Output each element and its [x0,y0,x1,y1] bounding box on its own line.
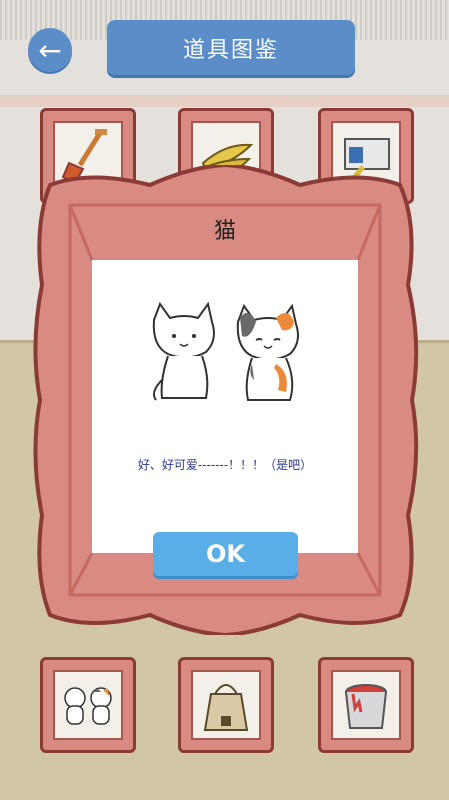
wall-trim [0,95,449,107]
modal-content-panel [92,260,358,553]
paint-bucket-icon [345,684,387,729]
modal-description: 好、好可爱-------！！！（是吧） [137,458,313,472]
ok-button-label: OK [206,540,245,568]
modal-title: 猫 [213,219,236,244]
back-button[interactable]: ← [28,28,72,72]
ok-button[interactable]: OK [153,532,298,576]
arrow-left-icon: ← [38,33,62,67]
two-cats-icon [64,687,112,725]
header-title-bar: 道具图鉴 [107,20,355,75]
two-cats-icon [152,301,299,401]
collection-item-cats[interactable] [40,657,136,753]
bag-icon [203,684,249,731]
item-detail-modal: 猫 好、好可爱-------！！！（是吧） OK [30,165,420,635]
collection-item-bag[interactable] [178,657,274,753]
page-title: 道具图鉴 [182,37,279,63]
collection-item-paint[interactable] [318,657,414,753]
